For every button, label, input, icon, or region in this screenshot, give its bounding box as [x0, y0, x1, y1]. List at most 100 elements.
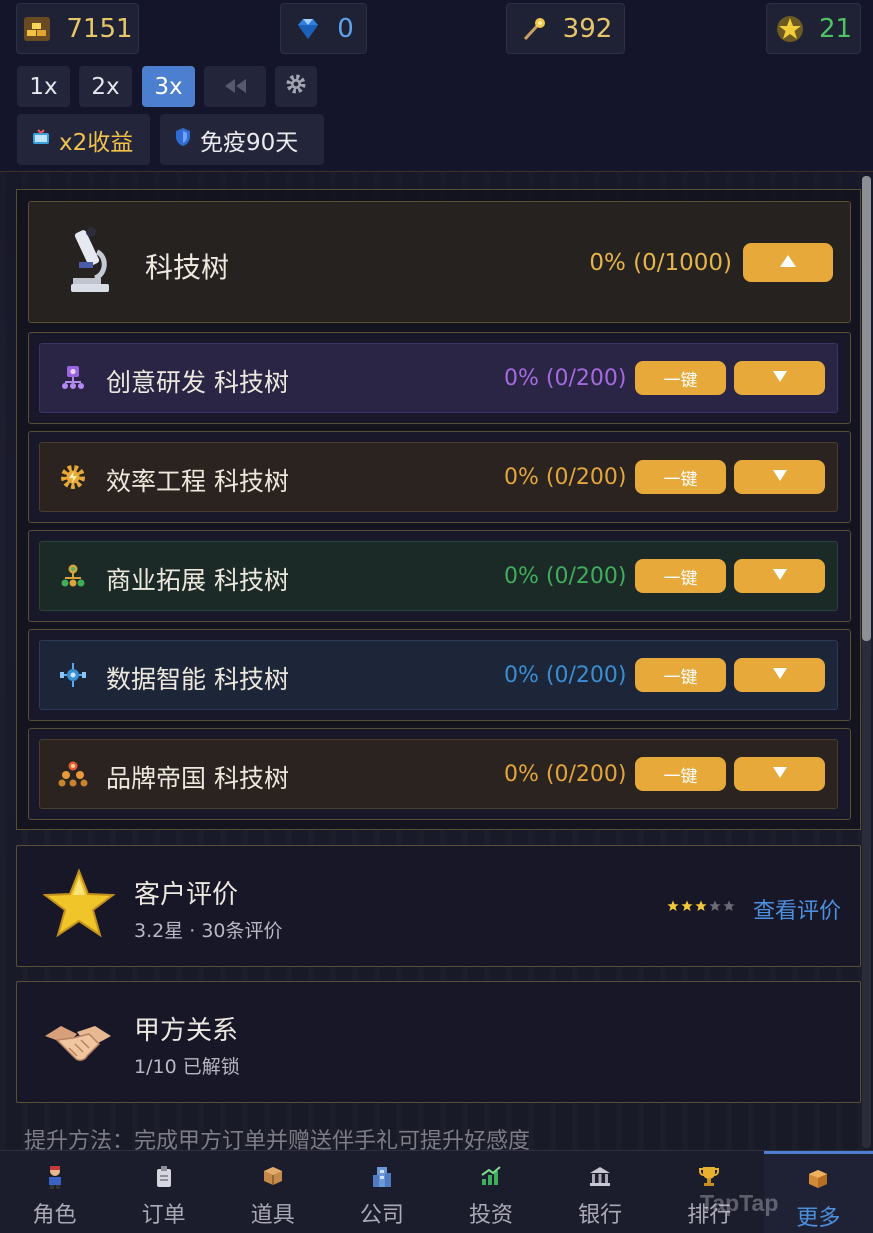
nav-tab-label: 道具	[250, 1203, 295, 1228]
expand-button[interactable]	[734, 658, 825, 692]
expand-button[interactable]	[734, 559, 825, 593]
view-reviews-link[interactable]: 查看评价	[753, 893, 841, 925]
star-counter[interactable]: 21	[766, 3, 861, 54]
clipboard-icon	[155, 1165, 173, 1191]
scrollbar-thumb[interactable]	[862, 176, 871, 641]
building-icon	[371, 1165, 393, 1191]
rewind-button[interactable]	[204, 66, 266, 107]
tech-branch-progress: 0% (0/200)	[504, 762, 627, 787]
clients-subtitle: 1/10 已解锁	[134, 1056, 240, 1078]
chart-up-icon	[480, 1165, 502, 1191]
tech-branch-row: 创意研发 科技树 0% (0/200) 一键	[28, 332, 851, 424]
top-bar: 7151 0 392 21 1x 2x 3x x2收益 免疫90天	[0, 0, 873, 172]
big-star-icon	[42, 868, 116, 944]
wand-value: 392	[562, 13, 613, 44]
star-filled-icon	[667, 897, 679, 916]
network-icon	[58, 363, 88, 393]
rewind-icon	[222, 74, 248, 100]
tech-branch-inner[interactable]: 数据智能 科技树 0% (0/200) 一键	[39, 640, 838, 710]
tech-branch-name: 效率工程 科技树	[106, 467, 289, 496]
triangle-up-icon	[779, 253, 797, 273]
one-key-button[interactable]: 一键	[635, 658, 726, 692]
one-key-button[interactable]: 一键	[635, 757, 726, 791]
tech-branch-inner[interactable]: 商业拓展 科技树 0% (0/200) 一键	[39, 541, 838, 611]
tech-branch-row: 数据智能 科技树 0% (0/200) 一键	[28, 629, 851, 721]
nav-tab[interactable]: 公司	[327, 1151, 436, 1233]
one-key-label: 一键	[663, 370, 698, 391]
gold-counter[interactable]: 7151	[16, 3, 139, 54]
star-value: 21	[818, 13, 853, 44]
gold-value: 7151	[66, 13, 133, 44]
nav-tab-label: 更多	[796, 1206, 841, 1231]
diamond-counter[interactable]: 0	[280, 3, 367, 54]
nav-tab-label: 投资	[469, 1203, 514, 1228]
nav-tab[interactable]: 更多	[763, 1151, 873, 1233]
gear-icon	[285, 73, 307, 101]
nav-tab-label: 角色	[32, 1203, 77, 1228]
income-boost-chip[interactable]: x2收益	[17, 114, 150, 165]
speed-2x-button[interactable]: 2x	[79, 66, 132, 107]
nav-tab[interactable]: 道具	[218, 1151, 327, 1233]
handshake-icon	[43, 1018, 113, 1072]
nav-tab[interactable]: 订单	[109, 1151, 218, 1233]
tech-branch-row: 品牌帝国 科技树 0% (0/200) 一键	[28, 728, 851, 820]
tech-branch-inner[interactable]: 效率工程 科技树 0% (0/200) 一键	[39, 442, 838, 512]
nav-tab-label: 公司	[359, 1203, 404, 1228]
nav-tab-label: 银行	[578, 1203, 623, 1228]
clients-title: 甲方关系	[134, 1016, 239, 1046]
collapse-button[interactable]	[743, 243, 833, 282]
tech-branch-inner[interactable]: 创意研发 科技树 0% (0/200) 一键	[39, 343, 838, 413]
nav-tab[interactable]: 投资	[437, 1151, 546, 1233]
diamond-icon	[293, 14, 323, 44]
tree-icon	[58, 561, 88, 591]
wand-icon	[519, 14, 549, 44]
one-key-button[interactable]: 一键	[635, 460, 726, 494]
tv-icon	[31, 127, 51, 153]
diamond-value: 0	[337, 13, 354, 44]
settings-button[interactable]	[275, 66, 317, 107]
gold-bars-icon	[22, 14, 52, 44]
tech-tree-header: 科技树 0% (0/1000)	[28, 201, 851, 323]
speed-1x-button[interactable]: 1x	[17, 66, 70, 107]
one-key-label: 一键	[663, 667, 698, 688]
tech-tree-title: 科技树	[145, 251, 230, 284]
package-icon	[807, 1168, 829, 1194]
tech-branch-row: 效率工程 科技树 0% (0/200) 一键	[28, 431, 851, 523]
tech-branch-name: 商业拓展 科技树	[106, 566, 289, 595]
reviews-subtitle: 3.2星 · 30条评价	[134, 920, 283, 942]
one-key-button[interactable]: 一键	[635, 361, 726, 395]
microscope-icon	[67, 226, 113, 300]
gear-icon	[58, 462, 88, 492]
tech-branch-row: 商业拓展 科技树 0% (0/200) 一键	[28, 530, 851, 622]
triangle-down-icon	[772, 665, 788, 685]
star-filled-icon	[695, 897, 707, 916]
expand-button[interactable]	[734, 460, 825, 494]
nav-tab[interactable]: 角色	[0, 1151, 109, 1233]
data-node-icon	[58, 660, 88, 690]
tech-branch-progress: 0% (0/200)	[504, 564, 627, 589]
clients-card[interactable]: 甲方关系 1/10 已解锁	[16, 981, 861, 1103]
trophy-icon	[698, 1165, 720, 1191]
game-screen: 7151 0 392 21 1x 2x 3x x2收益 免疫90天 科技树 0%…	[0, 0, 873, 1233]
star-filled-icon	[681, 897, 693, 916]
tech-branch-inner[interactable]: 品牌帝国 科技树 0% (0/200) 一键	[39, 739, 838, 809]
expand-button[interactable]	[734, 757, 825, 791]
triangle-down-icon	[772, 467, 788, 487]
nav-tab[interactable]: 银行	[546, 1151, 655, 1233]
expand-button[interactable]	[734, 361, 825, 395]
triangle-down-icon	[772, 368, 788, 388]
rating-stars	[667, 897, 735, 916]
immune-chip[interactable]: 免疫90天	[160, 114, 324, 165]
tech-branch-name: 创意研发 科技树	[106, 368, 289, 397]
one-key-label: 一键	[663, 469, 698, 490]
one-key-button[interactable]: 一键	[635, 559, 726, 593]
bank-icon	[589, 1165, 611, 1191]
star-coin-icon	[775, 14, 805, 44]
immune-label: 免疫90天	[200, 129, 299, 156]
reviews-card[interactable]: 客户评价 3.2星 · 30条评价 查看评价	[16, 845, 861, 967]
wand-counter[interactable]: 392	[506, 3, 625, 54]
speed-3x-button[interactable]: 3x	[142, 66, 195, 107]
tech-branch-progress: 0% (0/200)	[504, 663, 627, 688]
reviews-title: 客户评价	[134, 880, 239, 910]
tech-branch-progress: 0% (0/200)	[504, 465, 627, 490]
